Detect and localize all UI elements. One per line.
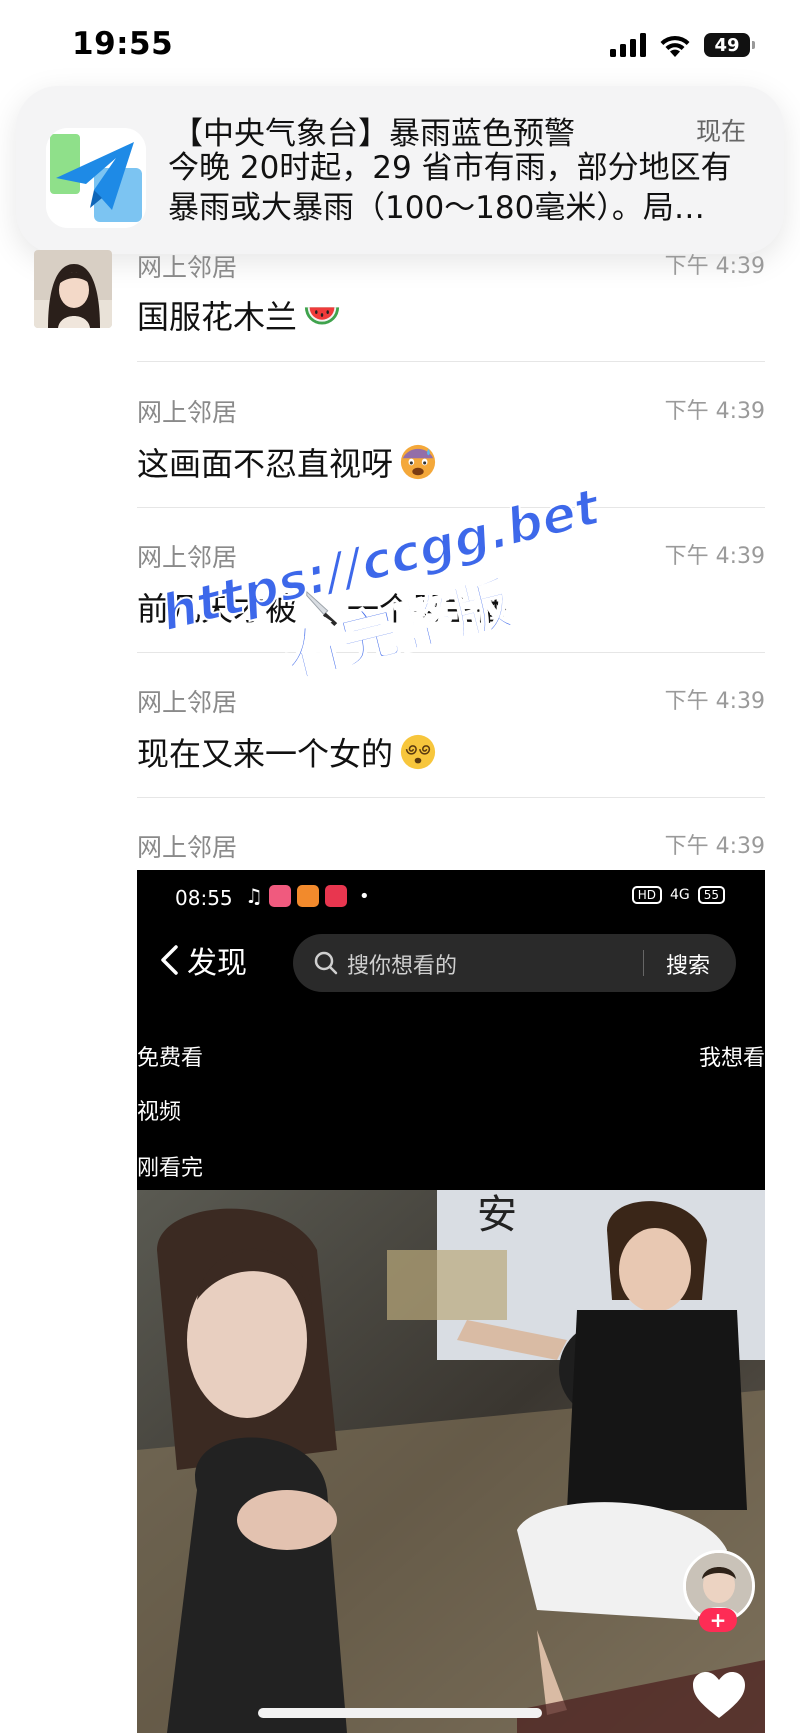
message-time: 下午 4:39 — [664, 689, 765, 714]
divider — [137, 507, 765, 508]
notification-body: 今晚 20时起，29 省市有雨，部分地区有 暴雨或大暴雨（100～180毫米）。… — [168, 148, 758, 228]
app-icon — [296, 885, 319, 907]
message-time: 下午 4:39 — [664, 544, 765, 569]
search-button[interactable]: 搜索 — [666, 948, 710, 980]
dizzy-face-emoji — [400, 734, 436, 770]
notification-banner[interactable]: 【中央气象台】暴雨蓝色预警 现在 今晚 20时起，29 省市有雨，部分地区有 暴… — [16, 86, 784, 254]
message-item[interactable]: 网上邻居 下午 4:39 — [137, 828, 765, 868]
fearful-face-emoji — [400, 444, 436, 480]
search-icon — [314, 951, 338, 975]
message-text-row: 国服花木兰 — [137, 292, 341, 338]
search-input[interactable]: 搜你想看的 — [347, 948, 457, 980]
home-indicator[interactable] — [258, 1708, 542, 1718]
network-label: 4G — [669, 887, 690, 903]
embedded-status-time: 08:55 — [175, 886, 233, 910]
divider — [137, 797, 765, 798]
message-item[interactable]: 网上邻居 下午 4:39 这画面不忍直视呀 — [137, 393, 765, 493]
status-time: 19:55 — [72, 26, 174, 62]
notification-title: 【中央气象台】暴雨蓝色预警 — [172, 116, 575, 152]
video-label[interactable]: 视频 — [137, 1094, 181, 1126]
notification-body-line: 暴雨或大暴雨（100～180毫米）。局… — [168, 190, 705, 226]
status-icons: 49 — [610, 30, 755, 60]
message-text-row: 这画面不忍直视呀 — [137, 439, 437, 485]
avatar[interactable] — [34, 250, 112, 328]
chevron-left-icon — [161, 945, 178, 975]
back-label: 发现 — [187, 946, 247, 981]
follow-button[interactable]: + — [699, 1608, 737, 1632]
embedded-app-icons: ♫ • — [245, 884, 370, 908]
free-watch-label[interactable]: 免费看 — [137, 1040, 203, 1072]
back-button[interactable]: 发现 — [159, 938, 247, 982]
status-bar: 19:55 49 — [0, 0, 800, 90]
sender-name: 网上邻居 — [137, 253, 238, 282]
image-message[interactable]: 08:55 ♫ • HD 4G 55 发现 搜你想看的 搜索 免费看 我想看 视… — [137, 870, 765, 1733]
paper-plane-icon — [46, 128, 146, 228]
listen-icon: ♫ — [245, 884, 263, 908]
just-watched-label[interactable]: 刚看完 — [137, 1150, 203, 1182]
message-text: 现在又来一个女的 — [137, 735, 394, 773]
dot-icon: • — [358, 885, 370, 907]
hd-badge: HD — [631, 886, 662, 904]
sender-name: 网上邻居 — [137, 398, 238, 427]
search-divider — [643, 950, 644, 976]
message-time: 下午 4:39 — [664, 834, 765, 859]
notification-time: 现在 — [695, 117, 746, 146]
battery-icon: 49 — [704, 33, 755, 57]
message-time: 下午 4:39 — [664, 254, 765, 279]
video-frame[interactable]: 安 — [137, 1190, 765, 1733]
embedded-battery-icon: 55 — [697, 886, 725, 904]
sender-name: 网上邻居 — [137, 833, 238, 862]
divider — [137, 361, 765, 362]
search-bar[interactable]: 搜你想看的 搜索 — [293, 934, 736, 992]
message-text-row: 现在又来一个女的 — [137, 729, 437, 775]
app-icon — [268, 885, 291, 907]
notification-body-line: 今晚 20时起，29 省市有雨，部分地区有 — [168, 150, 732, 186]
want-watch-label[interactable]: 我想看 — [699, 1040, 765, 1072]
signal-icon — [610, 33, 646, 57]
embedded-status-right: HD 4G 55 — [631, 886, 725, 904]
message-item[interactable]: 网上邻居 下午 4:39 国服花木兰 — [137, 250, 765, 336]
wifi-icon — [660, 35, 690, 57]
message-text: 这画面不忍直视呀 — [137, 445, 394, 483]
heart-icon[interactable] — [691, 1670, 747, 1720]
app-icon — [324, 885, 347, 907]
message-text: 国服花木兰 — [137, 298, 298, 336]
watermelon-emoji — [304, 307, 340, 325]
message-time: 下午 4:39 — [664, 399, 765, 424]
sign-text: 安 — [477, 1192, 517, 1238]
